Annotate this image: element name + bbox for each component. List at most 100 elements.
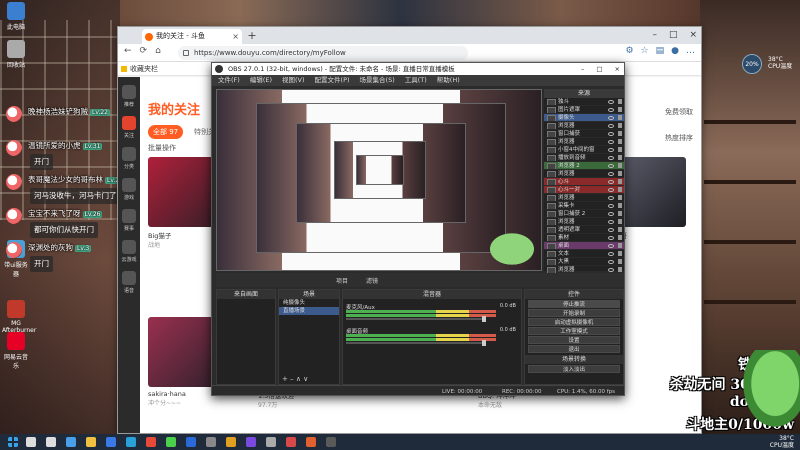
close-icon[interactable]: × (689, 27, 697, 44)
lock-icon[interactable] (618, 235, 622, 240)
visibility-eye-icon[interactable] (608, 156, 614, 160)
taskbar-app-icon[interactable] (186, 437, 196, 447)
visibility-eye-icon[interactable] (608, 140, 614, 144)
taskbar-app-icon[interactable] (46, 437, 56, 447)
desktop-icon[interactable]: 回收站 (2, 40, 30, 69)
source-item[interactable]: 浏览器 (544, 138, 624, 146)
lock-icon[interactable] (618, 131, 622, 136)
volume-slider[interactable] (346, 340, 486, 346)
lock-icon[interactable] (618, 259, 622, 264)
taskbar-app-icon[interactable] (86, 437, 96, 447)
control-button[interactable]: 工作室模式 (528, 327, 620, 335)
source-item[interactable]: 浏览器 (544, 218, 624, 226)
taskbar-app-icon[interactable] (66, 437, 76, 447)
visibility-eye-icon[interactable] (608, 188, 614, 192)
filters-toggle[interactable]: 滤镜 (366, 276, 378, 285)
maximize-icon[interactable]: □ (669, 27, 678, 44)
lock-icon[interactable] (618, 203, 622, 208)
control-button[interactable]: 开始录制 (528, 309, 620, 317)
start-icon[interactable] (8, 437, 18, 447)
sidebar-item[interactable]: 推荐 (118, 85, 140, 108)
extension-icon[interactable]: ⚙ (625, 46, 633, 56)
source-item[interactable]: 窗口捕获 (544, 130, 624, 138)
visibility-eye-icon[interactable] (608, 108, 614, 112)
desktop-icon[interactable]: 网易云音乐 (2, 332, 30, 370)
sidebar-item[interactable]: 语音 (118, 271, 140, 294)
source-item[interactable]: 采集卡 (544, 202, 624, 210)
lock-icon[interactable] (618, 211, 622, 216)
source-item[interactable]: 浏览器 (544, 194, 624, 202)
lock-icon[interactable] (618, 187, 622, 192)
taskbar-app-icon[interactable] (326, 437, 336, 447)
source-item[interactable]: 窗口捕获 2 (544, 210, 624, 218)
visibility-eye-icon[interactable] (608, 124, 614, 128)
obs-preview[interactable] (216, 89, 542, 271)
desktop-icon[interactable]: MG Afterburner (2, 300, 36, 334)
obs-menu-item[interactable]: 配置文件(P) (315, 75, 350, 86)
taskbar-app-icon[interactable] (226, 437, 236, 447)
taskbar-app-icon[interactable] (286, 437, 296, 447)
source-item[interactable]: 浏览器 (544, 122, 624, 130)
obs-menu-item[interactable]: 帮助(H) (437, 75, 460, 86)
taskbar-app-icon[interactable] (266, 437, 276, 447)
control-button[interactable]: 停止推流 (528, 300, 620, 308)
visibility-eye-icon[interactable] (608, 204, 614, 208)
source-item[interactable]: 素材 (544, 234, 624, 242)
favorite-icon[interactable]: ☆ (641, 46, 649, 56)
lock-icon[interactable] (618, 267, 622, 272)
source-item[interactable]: 桌面 (544, 242, 624, 250)
page-action-button[interactable]: 热度排序 (665, 125, 693, 151)
obs-menu-item[interactable]: 视图(V) (282, 75, 305, 86)
control-button[interactable]: 启动虚拟摄像机 (528, 318, 620, 326)
taskbar-app-icon[interactable] (106, 437, 116, 447)
taskbar-app-icon[interactable] (126, 437, 136, 447)
minimize-icon[interactable]: – (581, 63, 584, 75)
source-item[interactable]: 浏览器 (544, 170, 624, 178)
obs-menu-item[interactable]: 场景集合(S) (360, 75, 395, 86)
visibility-eye-icon[interactable] (608, 180, 614, 184)
visibility-eye-icon[interactable] (608, 164, 614, 168)
profile-icon[interactable]: ● (671, 46, 679, 56)
taskbar-app-icon[interactable] (146, 437, 156, 447)
lock-icon[interactable] (618, 107, 622, 112)
visibility-eye-icon[interactable] (608, 228, 614, 232)
visibility-eye-icon[interactable] (608, 268, 614, 272)
lock-icon[interactable] (618, 251, 622, 256)
visibility-eye-icon[interactable] (608, 260, 614, 264)
scene-item[interactable]: 纯摄像头 (279, 299, 339, 307)
taskbar-app-icon[interactable] (206, 437, 216, 447)
source-item[interactable]: 图片遮罩 (544, 106, 624, 114)
refresh-icon[interactable]: ⟳ (140, 46, 148, 56)
taskbar-app-icon[interactable] (166, 437, 176, 447)
close-tab-icon[interactable]: × (232, 29, 239, 44)
url-field[interactable]: https://www.douyu.com/directory/myFollow (178, 46, 468, 60)
home-icon[interactable]: ⌂ (155, 46, 161, 56)
source-item[interactable]: 透明遮罩 (544, 226, 624, 234)
sidebar-item[interactable]: 关注 (118, 116, 140, 139)
lock-icon[interactable] (618, 195, 622, 200)
lock-icon[interactable] (618, 123, 622, 128)
visibility-eye-icon[interactable] (608, 196, 614, 200)
more-icon[interactable]: … (686, 46, 695, 56)
sidebar-item[interactable]: 赛事 (118, 209, 140, 232)
sidebar-item[interactable]: 云游戏 (118, 240, 140, 263)
collections-icon[interactable]: ▤ (656, 46, 665, 56)
close-icon[interactable]: × (615, 63, 620, 75)
lock-icon[interactable] (618, 115, 622, 120)
source-item[interactable]: 小窗4中间的窗 (544, 146, 624, 154)
visibility-eye-icon[interactable] (608, 212, 614, 216)
taskbar-app-icon[interactable] (246, 437, 256, 447)
lock-icon[interactable] (618, 147, 622, 152)
source-item[interactable]: 心斗 (544, 178, 624, 186)
visibility-eye-icon[interactable] (608, 132, 614, 136)
taskbar-app-icon[interactable] (306, 437, 316, 447)
visibility-eye-icon[interactable] (608, 172, 614, 176)
visibility-eye-icon[interactable] (608, 148, 614, 152)
control-button[interactable]: 设置 (528, 336, 620, 344)
control-button[interactable]: 退出 (528, 345, 620, 353)
obs-menu-item[interactable]: 文件(F) (218, 75, 240, 86)
items-toggle[interactable]: 项目 (336, 276, 348, 285)
source-item[interactable]: 大黑 (544, 258, 624, 266)
visibility-eye-icon[interactable] (608, 244, 614, 248)
lock-icon[interactable] (618, 227, 622, 232)
